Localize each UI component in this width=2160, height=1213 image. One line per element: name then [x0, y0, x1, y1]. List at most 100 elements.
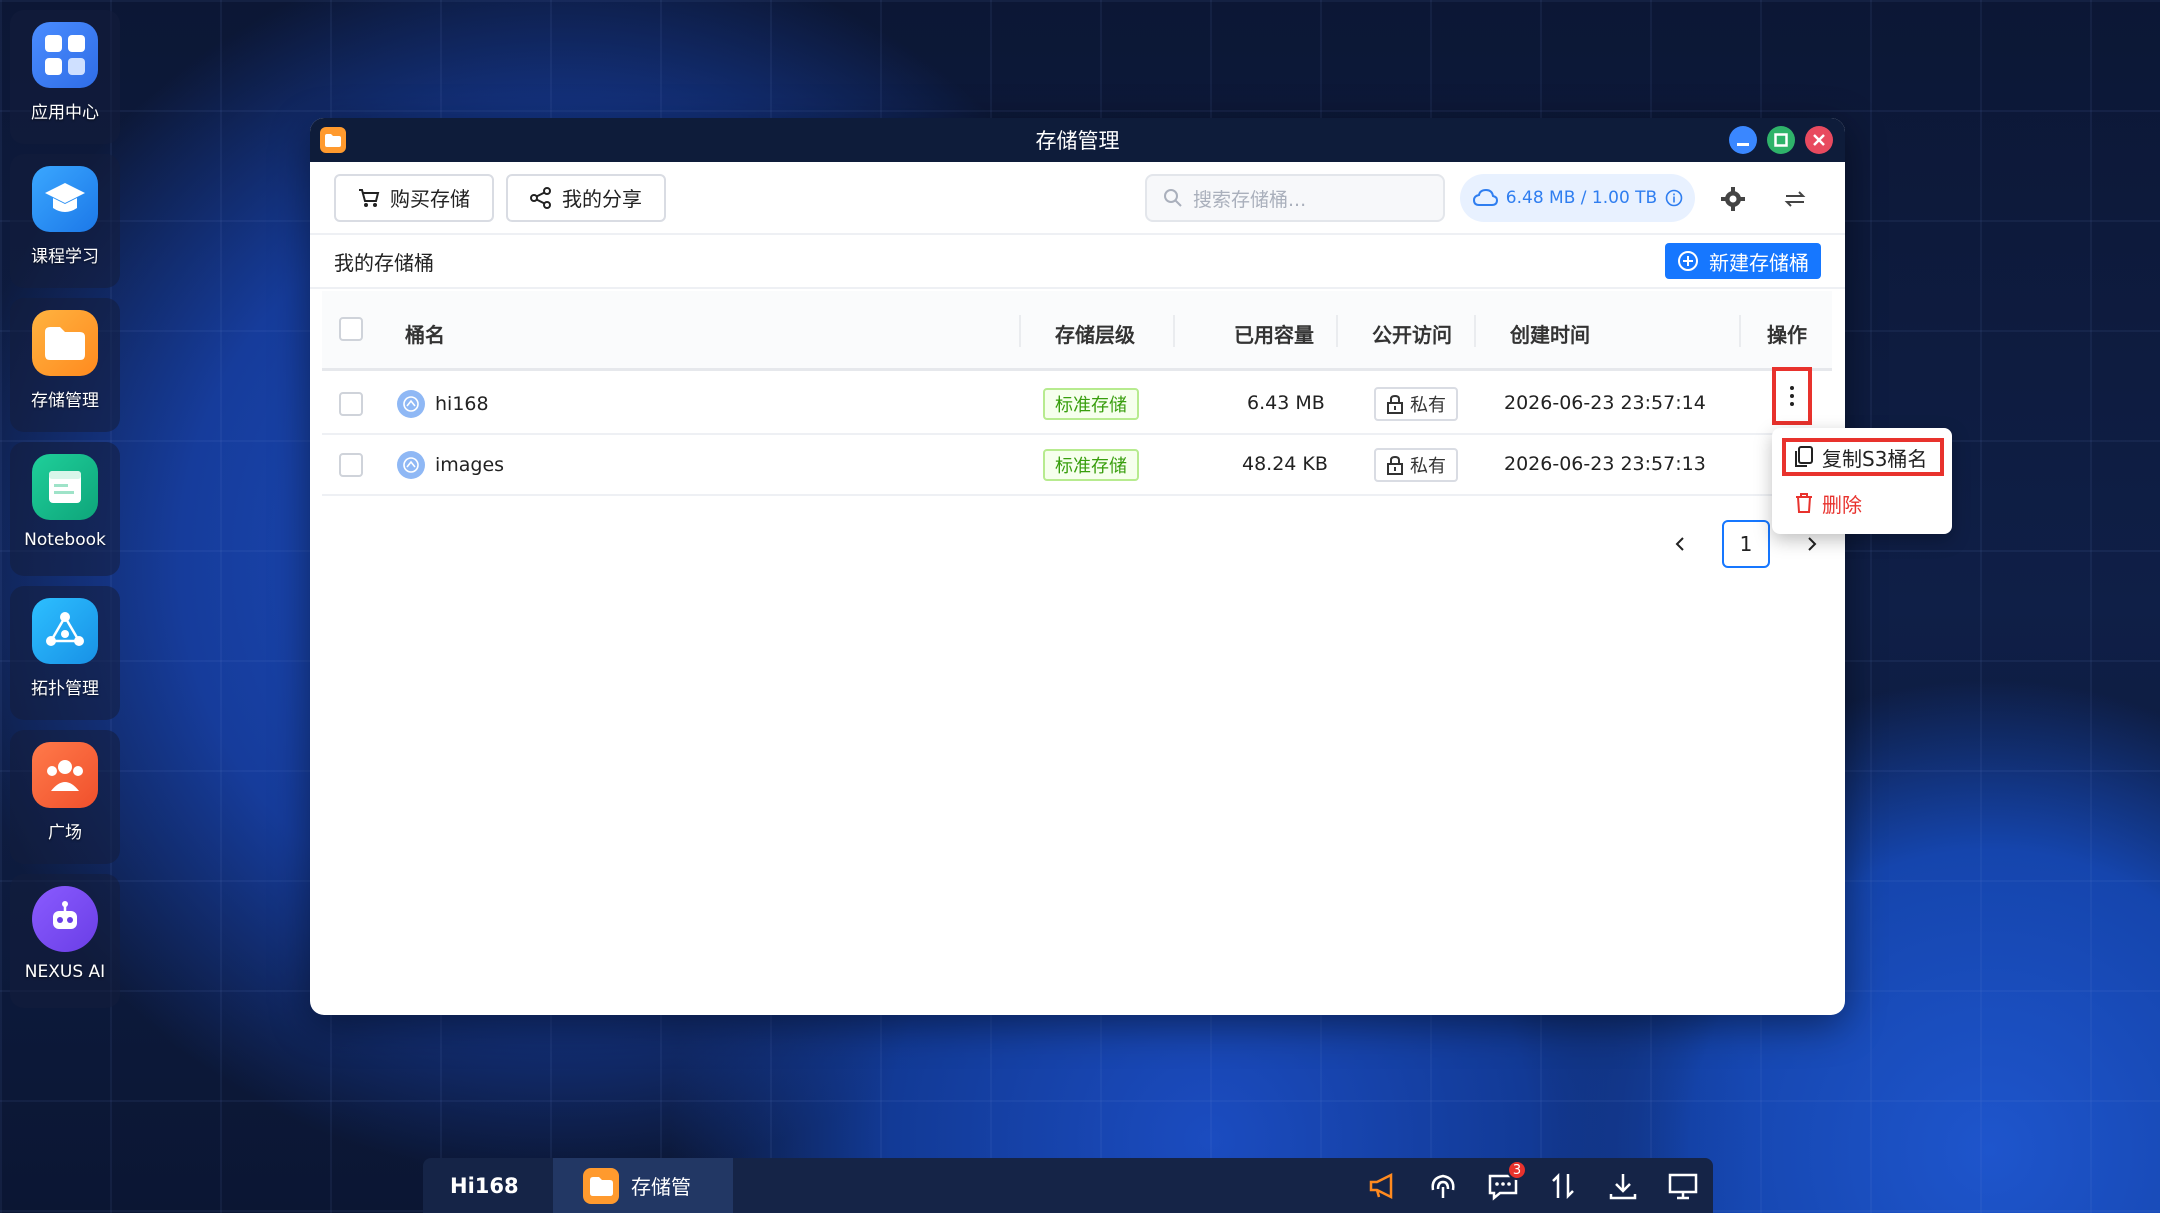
access-tag: 私有	[1374, 448, 1458, 482]
delete-menu-item[interactable]: 删除	[1780, 484, 1944, 522]
buy-storage-button[interactable]: 购买存储	[334, 173, 494, 222]
trash-icon	[1796, 493, 1812, 513]
bucket-subbar: 我的存储桶 新建存储桶	[310, 235, 1845, 289]
column-header-created: 创建时间	[1510, 323, 1590, 347]
column-header-tier: 存储层级	[1055, 323, 1135, 347]
dock-item-app-center[interactable]: 应用中心	[10, 10, 120, 144]
bucket-icon	[397, 451, 425, 479]
storage-window: 存储管理 购买存储 我的分享 搜索存储桶... 6.48 MB / 1.00 T…	[310, 118, 1845, 1015]
dock-item-community[interactable]: 广场	[10, 730, 120, 864]
folder-icon	[32, 310, 98, 376]
used-capacity: 6.43 MB	[1247, 392, 1325, 414]
robot-icon	[32, 886, 98, 952]
column-header-name: 桶名	[405, 323, 445, 347]
tier-tag: 标准存储	[1043, 449, 1139, 481]
close-button[interactable]	[1805, 126, 1833, 154]
download-icon[interactable]	[1607, 1170, 1639, 1202]
community-icon	[32, 742, 98, 808]
taskbar-app-label: 存储管	[631, 1175, 691, 1199]
column-divider	[1336, 315, 1338, 347]
storage-quota-badge: 6.48 MB / 1.00 TB	[1460, 174, 1695, 222]
new-bucket-button[interactable]: 新建存储桶	[1665, 243, 1821, 279]
window-toolbar: 购买存储 我的分享 搜索存储桶... 6.48 MB / 1.00 TB	[310, 162, 1845, 235]
bucket-name-cell[interactable]: hi168	[397, 390, 489, 418]
row-checkbox[interactable]	[339, 392, 363, 416]
search-icon	[1164, 189, 1182, 207]
graduation-cap-icon	[32, 166, 98, 232]
dock-label: 课程学习	[31, 247, 99, 267]
next-page-icon[interactable]	[1802, 534, 1822, 554]
app-dock: 应用中心 课程学习 存储管理 Notebook 拓扑管理 广场 NEXUS AI	[10, 10, 120, 1018]
dock-label: 拓扑管理	[31, 679, 99, 699]
bucket-search-input[interactable]: 搜索存储桶...	[1145, 174, 1445, 222]
row-more-actions-button[interactable]	[1772, 367, 1812, 425]
column-divider	[1173, 315, 1175, 347]
dock-item-course[interactable]: 课程学习	[10, 154, 120, 288]
access-label: 私有	[1410, 456, 1446, 477]
bucket-name-cell[interactable]: images	[397, 451, 504, 479]
bucket-icon	[397, 390, 425, 418]
buy-storage-label: 购买存储	[390, 187, 470, 211]
cloud-icon	[1472, 188, 1498, 206]
copy-icon	[1795, 446, 1813, 467]
prev-page-icon[interactable]	[1670, 534, 1690, 554]
window-titlebar[interactable]: 存储管理	[310, 118, 1845, 162]
new-bucket-label: 新建存储桶	[1709, 250, 1809, 275]
column-header-access: 公开访问	[1372, 323, 1452, 347]
section-heading: 我的存储桶	[334, 250, 434, 275]
plus-circle-icon	[1678, 251, 1698, 271]
my-share-button[interactable]: 我的分享	[506, 173, 666, 222]
table-row[interactable]: hi168 标准存储 6.43 MB 私有 2026-06-23 23:57:1…	[322, 374, 1832, 435]
cart-icon	[359, 188, 380, 207]
my-share-label: 我的分享	[562, 187, 642, 211]
bucket-name: images	[435, 454, 505, 476]
page-number-current[interactable]: 1	[1722, 520, 1770, 568]
info-icon[interactable]	[1665, 189, 1683, 207]
access-tag: 私有	[1374, 387, 1458, 421]
quota-text: 6.48 MB / 1.00 TB	[1505, 188, 1658, 208]
folder-icon	[583, 1167, 619, 1204]
transfer-icon[interactable]	[1547, 1170, 1579, 1202]
message-icon[interactable]: 3	[1487, 1160, 1527, 1202]
notebook-icon	[32, 454, 98, 520]
dock-item-notebook[interactable]: Notebook	[10, 442, 120, 576]
dock-label: NEXUS AI	[24, 962, 106, 982]
column-divider	[1019, 315, 1021, 347]
search-placeholder: 搜索存储桶...	[1193, 188, 1307, 211]
maximize-icon	[1774, 133, 1788, 147]
swap-icon	[1784, 191, 1806, 207]
column-divider	[1739, 315, 1741, 347]
app-center-icon	[32, 22, 98, 88]
bucket-name: hi168	[435, 393, 489, 415]
column-divider	[1474, 315, 1476, 347]
settings-button[interactable]	[1720, 186, 1746, 216]
minimize-icon	[1737, 143, 1749, 146]
share-icon	[530, 186, 551, 209]
select-all-checkbox[interactable]	[339, 317, 363, 341]
delete-label: 删除	[1822, 492, 1862, 517]
maximize-button[interactable]	[1767, 126, 1795, 154]
minimize-button[interactable]	[1729, 126, 1757, 154]
row-checkbox[interactable]	[339, 453, 363, 477]
tier-tag: 标准存储	[1043, 388, 1139, 420]
message-badge: 3	[1507, 1160, 1527, 1180]
dock-item-storage[interactable]: 存储管理	[10, 298, 120, 432]
broadcast-icon[interactable]	[1427, 1170, 1459, 1202]
column-header-actions: 操作	[1767, 323, 1807, 347]
more-icon-dot	[1790, 394, 1794, 398]
used-capacity: 48.24 KB	[1242, 453, 1328, 475]
close-icon	[1813, 134, 1825, 146]
created-time: 2026-06-23 23:57:14	[1504, 392, 1706, 414]
dock-item-nexus-ai[interactable]: NEXUS AI	[10, 874, 120, 1008]
table-row[interactable]: images 标准存储 48.24 KB 私有 2026-06-23 23:57…	[322, 435, 1832, 496]
access-label: 私有	[1410, 395, 1446, 416]
monitor-icon[interactable]	[1667, 1170, 1699, 1202]
taskbar-app-storage[interactable]: 存储管	[553, 1158, 733, 1213]
refresh-button[interactable]	[1782, 186, 1808, 216]
column-header-used: 已用容量	[1234, 323, 1314, 347]
announcement-icon[interactable]	[1367, 1170, 1399, 1202]
row-actions-dropdown: 复制S3桶名 删除	[1772, 428, 1952, 534]
dock-item-topology[interactable]: 拓扑管理	[10, 586, 120, 720]
taskbar-brand[interactable]: Hi168	[450, 1174, 519, 1198]
copy-s3-name-menu-item[interactable]: 复制S3桶名	[1782, 438, 1944, 476]
